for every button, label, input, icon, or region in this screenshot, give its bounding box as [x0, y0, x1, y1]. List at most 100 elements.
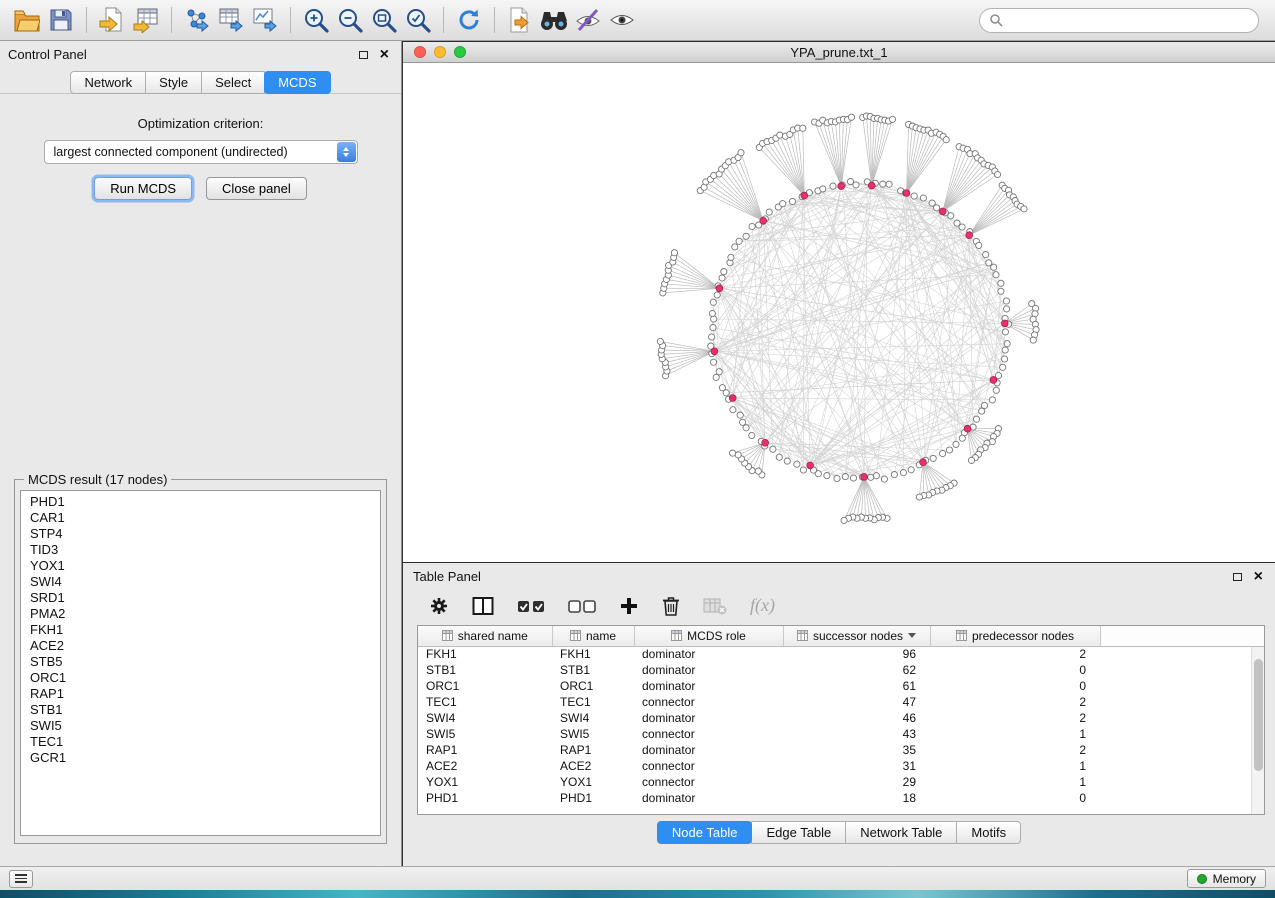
- tab-network[interactable]: Network: [70, 71, 146, 94]
- close-window-icon[interactable]: [414, 46, 426, 58]
- mcds-result-list[interactable]: PHD1CAR1STP4TID3YOX1SWI4SRD1PMA2FKH1ACE2…: [20, 490, 381, 836]
- table-cell[interactable]: RAP1: [552, 742, 634, 758]
- table-cell[interactable]: dominator: [634, 662, 783, 678]
- table-cell[interactable]: dominator: [634, 678, 783, 694]
- show-graphics-details-button[interactable]: [605, 4, 639, 36]
- float-table-panel-icon[interactable]: [1233, 573, 1242, 581]
- table-scrollbar[interactable]: [1251, 647, 1264, 814]
- tab-node-table[interactable]: Node Table: [657, 821, 753, 844]
- scrollbar-thumb[interactable]: [1254, 659, 1263, 771]
- mcds-result-item[interactable]: ORC1: [30, 670, 371, 686]
- select-all-button[interactable]: [517, 596, 545, 616]
- table-row[interactable]: PHD1PHD1dominator180: [418, 790, 1264, 806]
- table-cell[interactable]: 61: [783, 678, 930, 694]
- network-graph[interactable]: [403, 63, 1274, 562]
- close-panel-icon[interactable]: ×: [380, 50, 389, 60]
- table-cell[interactable]: TEC1: [552, 694, 634, 710]
- table-cell[interactable]: connector: [634, 694, 783, 710]
- table-cell[interactable]: [1100, 726, 1264, 742]
- table-cell[interactable]: SWI5: [418, 726, 552, 742]
- table-cell[interactable]: 47: [783, 694, 930, 710]
- table-cell[interactable]: PHD1: [418, 790, 552, 806]
- table-cell[interactable]: ACE2: [552, 758, 634, 774]
- mcds-result-item[interactable]: FKH1: [30, 622, 371, 638]
- show-panels-button[interactable]: [9, 870, 33, 888]
- run-mcds-button[interactable]: Run MCDS: [94, 177, 192, 200]
- table-cell[interactable]: 2: [930, 710, 1100, 726]
- tab-style[interactable]: Style: [145, 71, 202, 94]
- table-row[interactable]: SWI5SWI5connector431: [418, 726, 1264, 742]
- delete-table-button[interactable]: [703, 596, 727, 616]
- tab-mcds[interactable]: MCDS: [264, 71, 330, 94]
- table-cell[interactable]: 96: [783, 646, 930, 662]
- show-columns-button[interactable]: [472, 596, 494, 616]
- export-image-button[interactable]: [248, 4, 282, 36]
- table-row[interactable]: ORC1ORC1dominator610: [418, 678, 1264, 694]
- column-header-mcds-role[interactable]: MCDS role: [634, 626, 783, 646]
- table-cell[interactable]: connector: [634, 726, 783, 742]
- deselect-all-button[interactable]: [568, 596, 596, 616]
- table-cell[interactable]: ORC1: [418, 678, 552, 694]
- table-cell[interactable]: STB1: [418, 662, 552, 678]
- table-cell[interactable]: FKH1: [552, 646, 634, 662]
- mcds-result-item[interactable]: TEC1: [30, 734, 371, 750]
- mcds-result-item[interactable]: SWI4: [30, 574, 371, 590]
- table-row[interactable]: FKH1FKH1dominator962: [418, 646, 1264, 662]
- table-cell[interactable]: connector: [634, 758, 783, 774]
- table-row[interactable]: SWI4SWI4dominator462: [418, 710, 1264, 726]
- import-file-button[interactable]: [95, 4, 129, 36]
- export-table-button[interactable]: [214, 4, 248, 36]
- toolbar-search-box[interactable]: [979, 8, 1259, 33]
- delete-column-button[interactable]: [662, 596, 680, 616]
- table-cell[interactable]: 2: [930, 694, 1100, 710]
- table-cell[interactable]: YOX1: [552, 774, 634, 790]
- search-input[interactable]: [1009, 13, 1249, 27]
- zoom-out-button[interactable]: [333, 4, 367, 36]
- table-cell[interactable]: connector: [634, 774, 783, 790]
- mcds-result-item[interactable]: SRD1: [30, 590, 371, 606]
- table-row[interactable]: ACE2ACE2connector311: [418, 758, 1264, 774]
- import-table-button[interactable]: [129, 4, 163, 36]
- mcds-result-item[interactable]: YOX1: [30, 558, 371, 574]
- table-cell[interactable]: TEC1: [418, 694, 552, 710]
- table-row[interactable]: RAP1RAP1dominator352: [418, 742, 1264, 758]
- mcds-result-item[interactable]: SWI5: [30, 718, 371, 734]
- table-cell[interactable]: 62: [783, 662, 930, 678]
- mcds-result-item[interactable]: TID3: [30, 542, 371, 558]
- network-titlebar[interactable]: YPA_prune.txt_1: [403, 42, 1275, 63]
- table-cell[interactable]: 29: [783, 774, 930, 790]
- mcds-result-item[interactable]: ACE2: [30, 638, 371, 654]
- table-cell[interactable]: SWI4: [552, 710, 634, 726]
- function-builder-button[interactable]: f(x): [750, 595, 775, 616]
- share-document-button[interactable]: [503, 4, 537, 36]
- table-cell[interactable]: 43: [783, 726, 930, 742]
- refresh-layout-button[interactable]: [452, 4, 486, 36]
- tab-select[interactable]: Select: [201, 71, 265, 94]
- zoom-in-button[interactable]: [299, 4, 333, 36]
- mcds-result-item[interactable]: CAR1: [30, 510, 371, 526]
- mcds-result-item[interactable]: GCR1: [30, 750, 371, 766]
- table-cell[interactable]: [1100, 678, 1264, 694]
- table-cell[interactable]: dominator: [634, 790, 783, 806]
- zoom-selected-button[interactable]: [401, 4, 435, 36]
- memory-button[interactable]: Memory: [1187, 869, 1266, 888]
- table-cell[interactable]: SWI4: [418, 710, 552, 726]
- table-cell[interactable]: [1100, 774, 1264, 790]
- mcds-result-item[interactable]: RAP1: [30, 686, 371, 702]
- mcds-result-item[interactable]: PHD1: [30, 494, 371, 510]
- table-cell[interactable]: 1: [930, 758, 1100, 774]
- table-cell[interactable]: [1100, 646, 1264, 662]
- float-panel-icon[interactable]: [359, 51, 368, 59]
- table-cell[interactable]: dominator: [634, 646, 783, 662]
- zoom-fit-button[interactable]: [367, 4, 401, 36]
- mcds-result-item[interactable]: STP4: [30, 526, 371, 542]
- column-header-successor-nodes[interactable]: successor nodes: [783, 626, 930, 646]
- table-cell[interactable]: [1100, 710, 1264, 726]
- search-network-button[interactable]: [537, 4, 571, 36]
- open-session-button[interactable]: [10, 4, 44, 36]
- column-header-name[interactable]: name: [552, 626, 634, 646]
- table-cell[interactable]: 2: [930, 646, 1100, 662]
- table-row[interactable]: YOX1YOX1connector291: [418, 774, 1264, 790]
- table-cell[interactable]: ORC1: [552, 678, 634, 694]
- table-settings-button[interactable]: [429, 596, 449, 616]
